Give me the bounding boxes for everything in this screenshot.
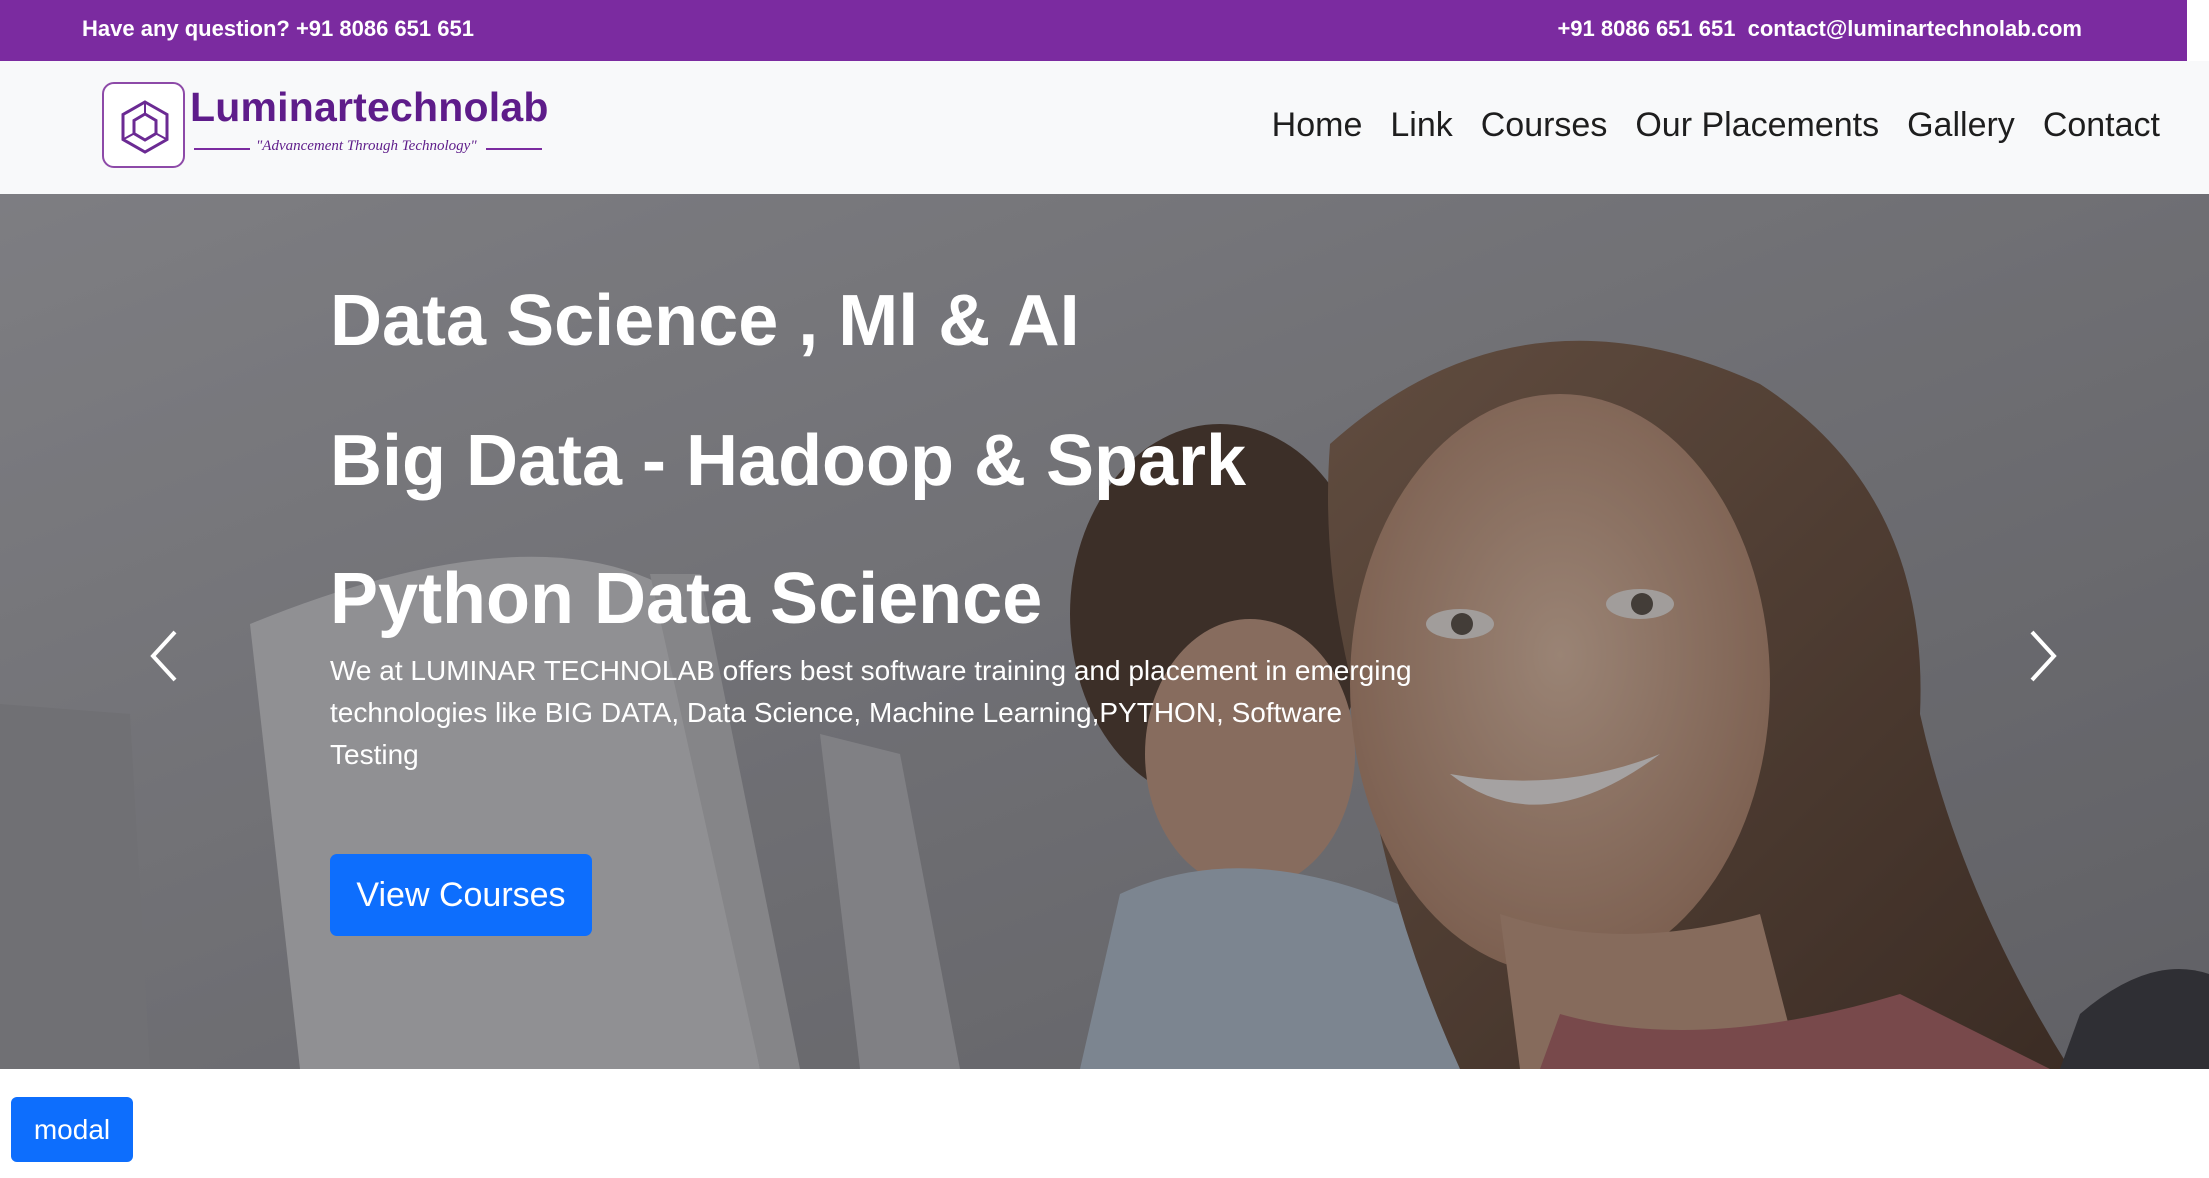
modal-button[interactable]: modal [11, 1097, 133, 1162]
brand-tagline-row: "Advancement Through Technology" [190, 137, 542, 157]
question-text: Have any question? +91 8086 651 651 [82, 16, 474, 41]
nav-contact[interactable]: Contact [2029, 106, 2174, 145]
brand-tagline: "Advancement Through Technology" [256, 138, 477, 154]
tagline-divider [194, 148, 250, 150]
nav-gallery[interactable]: Gallery [1893, 106, 2029, 145]
nav-home[interactable]: Home [1258, 106, 1377, 145]
page: Have any question? +91 8086 651 651 +91 … [0, 0, 2209, 1178]
nav-courses[interactable]: Courses [1467, 106, 1622, 145]
view-courses-button[interactable]: View Courses [330, 854, 592, 936]
hero-carousel: Data Science , Ml & AI Big Data - Hadoop… [0, 194, 2209, 1069]
hero-description: We at LUMINAR TECHNOLAB offers best soft… [330, 655, 1412, 770]
nav-link[interactable]: Link [1376, 106, 1466, 145]
chevron-left-icon [150, 630, 177, 682]
hexagon-logo-icon [102, 82, 185, 168]
main-nav: Home Link Courses Our Placements Gallery… [1258, 106, 2174, 145]
brand-name: Luminartechnolab [190, 84, 549, 130]
chevron-right-icon [2030, 630, 2057, 682]
carousel-prev-button[interactable] [145, 626, 185, 686]
hero-title-2: Big Data - Hadoop & Spark [330, 421, 1247, 501]
navbar: Luminartechnolab "Advancement Through Te… [0, 61, 2209, 194]
brand-logo-link[interactable]: Luminartechnolab "Advancement Through Te… [102, 82, 552, 168]
nav-our-placements[interactable]: Our Placements [1621, 106, 1893, 145]
hero-title-3: Python Data Science [330, 559, 1043, 639]
hero-title-1: Data Science , Ml & AI [330, 281, 1080, 361]
email-link[interactable]: contact@luminartechnolab.com [1748, 16, 2082, 41]
tagline-divider [486, 148, 542, 150]
top-contact-bar: Have any question? +91 8086 651 651 +91 … [0, 0, 2187, 61]
carousel-next-button[interactable] [2022, 626, 2062, 686]
phone-link[interactable]: +91 8086 651 651 [1557, 16, 1735, 41]
contact-info: +91 8086 651 651 contact@luminartechnola… [1557, 16, 2082, 42]
